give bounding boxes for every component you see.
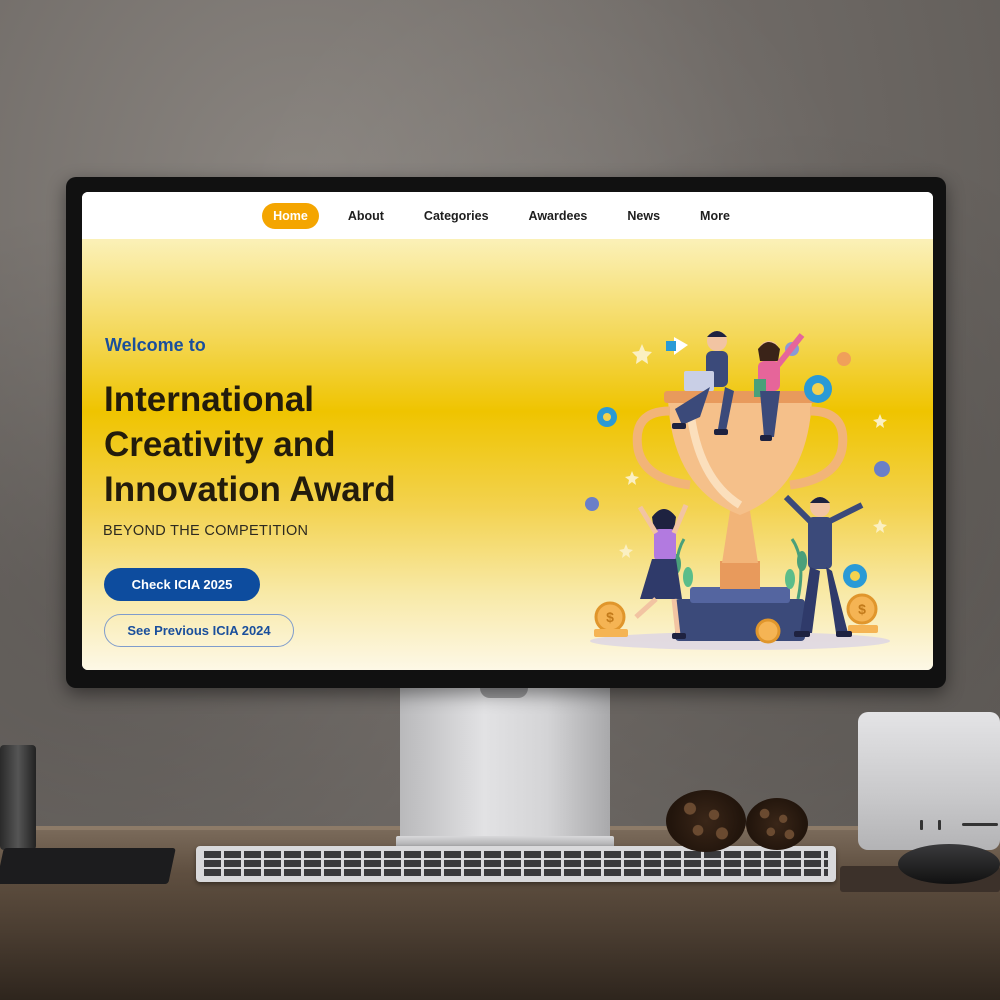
tagline: BEYOND THE COMPETITION	[103, 523, 309, 539]
mac-mini	[858, 712, 1000, 850]
title-line-2: Creativity and	[104, 425, 336, 464]
keyboard-keys	[204, 851, 828, 877]
nav-item-more[interactable]: More	[689, 203, 741, 229]
nav-menu: Home About Categories Awardees News More	[262, 202, 741, 229]
monitor-stand	[400, 686, 610, 846]
monitor: Home About Categories Awardees News More…	[66, 177, 946, 688]
svg-text:$: $	[606, 609, 614, 625]
usb-port	[920, 820, 923, 830]
nav-item-awardees[interactable]: Awardees	[518, 203, 599, 229]
nav-item-home[interactable]: Home	[262, 202, 319, 229]
tablet	[0, 848, 176, 884]
nav-item-about[interactable]: About	[337, 203, 395, 229]
title-line-1: International	[104, 380, 315, 419]
phone-stand	[0, 745, 36, 850]
screen: Home About Categories Awardees News More…	[82, 192, 933, 670]
page-title: International Creativity and Innovation …	[104, 377, 524, 512]
keyboard	[196, 846, 836, 882]
trophy-illustration: $ $	[585, 331, 890, 650]
title-line-3: Innovation Award	[104, 470, 396, 509]
pinecone	[666, 790, 746, 852]
nav-item-categories[interactable]: Categories	[413, 203, 500, 229]
nav-item-news[interactable]: News	[616, 203, 671, 229]
see-previous-icia-2024-button[interactable]: See Previous ICIA 2024	[104, 614, 294, 647]
pinecone	[746, 798, 808, 850]
welcome-text: Welcome to	[105, 335, 206, 355]
hero-section: Welcome to International Creativity and …	[82, 239, 933, 670]
top-navbar: Home About Categories Awardees News More	[82, 192, 933, 239]
sd-slot	[962, 823, 998, 826]
usb-port	[938, 820, 941, 830]
svg-text:$: $	[858, 601, 866, 617]
check-icia-2025-button[interactable]: Check ICIA 2025	[104, 568, 260, 601]
mouse	[898, 844, 1000, 884]
